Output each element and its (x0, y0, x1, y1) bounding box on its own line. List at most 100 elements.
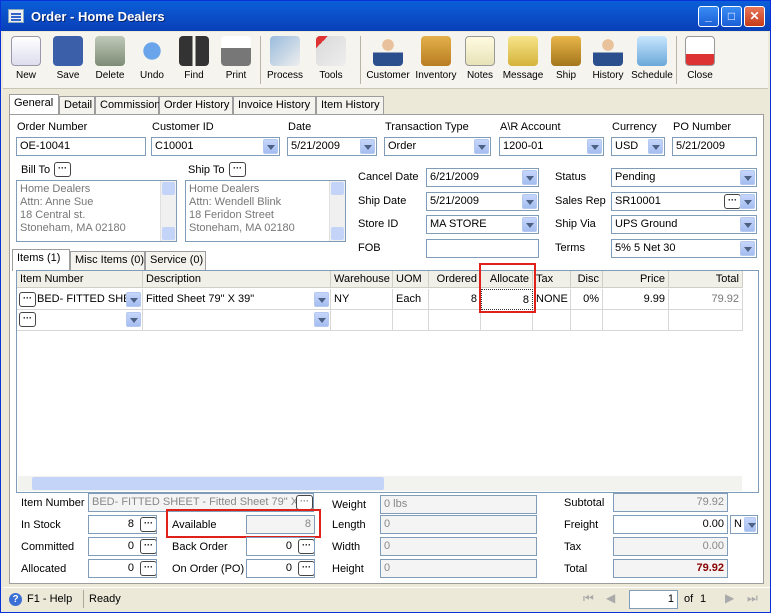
tab-commission[interactable]: Commission (95, 96, 161, 115)
grid-horizontal-scrollbar[interactable] (18, 476, 742, 491)
chevron-down-icon[interactable] (522, 194, 537, 209)
cell-item-number[interactable]: ··· BED- FITTED SHEE (17, 289, 143, 310)
chevron-down-icon[interactable] (126, 312, 141, 327)
cell-uom[interactable]: Each (393, 289, 429, 310)
ship-button[interactable]: Ship (545, 34, 587, 86)
schedule-button[interactable]: Schedule (630, 34, 674, 86)
item-lookup-button[interactable]: ··· (19, 312, 36, 327)
minimize-button[interactable]: _ (698, 6, 719, 27)
chevron-down-icon[interactable] (126, 292, 141, 307)
chevron-down-icon[interactable] (360, 139, 375, 154)
close-button[interactable]: Close (679, 34, 721, 86)
bill-to-address[interactable]: Home Dealers Attn: Anne Sue 18 Central st.… (16, 180, 177, 242)
ship-to-lookup-button[interactable]: ··· (229, 162, 246, 177)
column-header-description[interactable]: Description (143, 271, 331, 288)
column-header-price[interactable]: Price (603, 271, 669, 288)
chevron-down-icon[interactable] (740, 241, 755, 256)
chevron-down-icon[interactable] (744, 517, 756, 532)
on-order-lookup-button[interactable]: ··· (298, 561, 314, 576)
next-page-icon[interactable]: ▶ (725, 591, 734, 605)
chevron-down-icon[interactable] (740, 170, 755, 185)
history-button[interactable]: History (587, 34, 629, 86)
column-header-item-number[interactable]: Item Number (17, 271, 143, 288)
tab-items[interactable]: Items (1) (12, 249, 70, 271)
save-button[interactable]: Save (47, 34, 89, 86)
ship-to-address[interactable]: Home Dealers Attn: Wendell Blink 18 Ferido… (185, 180, 346, 242)
column-header-warehouse[interactable]: Warehouse (331, 271, 393, 288)
last-page-icon[interactable]: ⏭ (747, 591, 758, 606)
chevron-down-icon[interactable] (522, 170, 537, 185)
notes-button[interactable]: Notes (459, 34, 501, 86)
sales-rep-combo[interactable]: SR10001 ··· (611, 192, 757, 211)
chevron-down-icon[interactable] (740, 194, 755, 209)
ship-via-select[interactable]: UPS Ground (611, 215, 757, 234)
cell-disc[interactable]: 0% (571, 289, 603, 310)
cell-ordered[interactable]: 8 (429, 289, 481, 310)
find-button[interactable]: Find (173, 34, 215, 86)
new-cell-disc[interactable] (571, 310, 603, 331)
currency-select[interactable]: USD (611, 137, 665, 156)
item-number-lookup-button[interactable]: ··· (296, 495, 313, 510)
allocated-lookup-button[interactable]: ··· (140, 561, 156, 576)
chevron-down-icon[interactable] (474, 139, 489, 154)
scrollbar-thumb[interactable] (32, 477, 384, 490)
transaction-type-select[interactable]: Order (384, 137, 491, 156)
chevron-down-icon[interactable] (263, 139, 278, 154)
column-header-uom[interactable]: UOM (393, 271, 429, 288)
freight-field[interactable]: 0.00 (613, 515, 728, 534)
new-cell-tax[interactable] (533, 310, 571, 331)
page-number-input[interactable]: 1 (629, 590, 678, 609)
po-number-field[interactable]: 5/21/2009 (672, 137, 757, 156)
tab-order-history[interactable]: Order History (159, 96, 233, 115)
close-window-button[interactable]: ✕ (744, 6, 765, 27)
maximize-button[interactable]: □ (721, 6, 742, 27)
process-button[interactable]: Process (264, 34, 306, 86)
new-cell-description[interactable] (143, 310, 331, 331)
new-cell-price[interactable] (603, 310, 669, 331)
in-stock-lookup-button[interactable]: ··· (140, 517, 156, 532)
delete-button[interactable]: Delete (89, 34, 131, 86)
back-order-lookup-button[interactable]: ··· (298, 539, 314, 554)
cell-warehouse[interactable]: NY (331, 289, 393, 310)
bill-to-lookup-button[interactable]: ··· (54, 162, 71, 177)
cell-description[interactable]: Fitted Sheet 79" X 39" (143, 289, 331, 310)
new-cell-uom[interactable] (393, 310, 429, 331)
new-cell-allocate[interactable] (481, 310, 533, 331)
cell-tax[interactable]: NONE (533, 289, 571, 310)
chevron-down-icon[interactable] (587, 139, 602, 154)
status-select[interactable]: Pending (611, 168, 757, 187)
help-hint[interactable]: F1 - Help (27, 593, 72, 605)
chevron-down-icon[interactable] (648, 139, 663, 154)
item-lookup-button[interactable]: ··· (19, 292, 36, 307)
print-button[interactable]: Print (215, 34, 257, 86)
chevron-down-icon[interactable] (522, 217, 537, 232)
customer-id-combo[interactable]: C10001 (151, 137, 280, 156)
terms-select[interactable]: 5% 5 Net 30 (611, 239, 757, 258)
first-page-icon[interactable]: ⏮ (583, 591, 594, 606)
column-header-disc[interactable]: Disc (571, 271, 603, 288)
tab-misc-items[interactable]: Misc Items (0) (70, 251, 145, 270)
ship-to-scrollbar[interactable] (329, 181, 345, 241)
column-header-tax[interactable]: Tax (533, 271, 571, 288)
new-cell-warehouse[interactable] (331, 310, 393, 331)
tab-detail[interactable]: Detail (59, 96, 95, 115)
new-cell-ordered[interactable] (429, 310, 481, 331)
chevron-down-icon[interactable] (314, 312, 329, 327)
column-header-total[interactable]: Total (669, 271, 743, 288)
fob-field[interactable] (426, 239, 539, 258)
store-id-combo[interactable]: MA STORE (426, 215, 539, 234)
message-button[interactable]: Message (501, 34, 545, 86)
previous-page-icon[interactable]: ◀ (606, 591, 615, 605)
ship-date-picker[interactable]: 5/21/2009 (426, 192, 539, 211)
freight-code-select[interactable]: N (730, 515, 758, 534)
tab-invoice-history[interactable]: Invoice History (233, 96, 316, 115)
chevron-down-icon[interactable] (740, 217, 755, 232)
new-button[interactable]: New (5, 34, 47, 86)
inventory-button[interactable]: Inventory (413, 34, 459, 86)
cell-total[interactable]: 79.92 (669, 289, 743, 310)
order-number-field[interactable]: OE-10041 (16, 137, 146, 156)
sales-rep-lookup-button[interactable]: ··· (724, 194, 741, 209)
bill-to-scrollbar[interactable] (160, 181, 176, 241)
cancel-date-picker[interactable]: 6/21/2009 (426, 168, 539, 187)
chevron-down-icon[interactable] (314, 292, 329, 307)
